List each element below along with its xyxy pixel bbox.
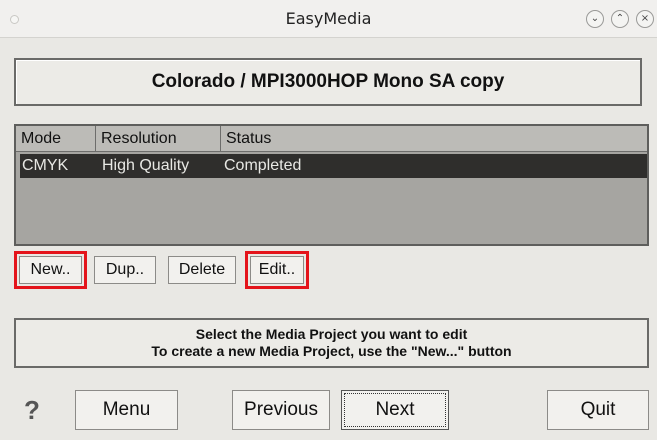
delete-button[interactable]: Delete (168, 256, 236, 284)
maximize-icon[interactable]: ⌃ (611, 10, 629, 28)
column-header-mode[interactable]: Mode (16, 126, 96, 151)
cell-status: Completed (224, 157, 302, 174)
quit-button[interactable]: Quit (547, 390, 649, 430)
menu-button[interactable]: Menu (75, 390, 178, 430)
window-title: EasyMedia (285, 9, 372, 28)
title-bar: EasyMedia ⌄ ⌃ × (0, 0, 657, 38)
next-button[interactable]: Next (341, 390, 449, 430)
list-header: Mode Resolution Status (16, 126, 647, 152)
help-icon[interactable]: ? (24, 392, 48, 428)
edit-button[interactable]: Edit.. (250, 256, 304, 284)
help-message-box: Select the Media Project you want to edi… (14, 318, 649, 368)
new-button[interactable]: New.. (19, 256, 82, 284)
project-title: Colorado / MPI3000HOP Mono SA copy (14, 58, 642, 106)
column-header-resolution[interactable]: Resolution (96, 126, 221, 151)
cell-mode: CMYK (22, 157, 69, 174)
column-header-status[interactable]: Status (221, 126, 647, 151)
previous-button[interactable]: Previous (232, 390, 330, 430)
cell-resolution: High Quality (102, 157, 190, 174)
close-icon[interactable]: × (636, 10, 654, 28)
help-message-line-2: To create a new Media Project, use the "… (151, 343, 512, 359)
dup-button[interactable]: Dup.. (94, 256, 156, 284)
media-list[interactable]: Mode Resolution Status CMYK High Quality… (14, 124, 649, 246)
minimize-icon[interactable]: ⌄ (586, 10, 604, 28)
help-message-line-1: Select the Media Project you want to edi… (195, 326, 468, 342)
list-row-selected[interactable]: CMYK High Quality Completed (20, 154, 647, 178)
